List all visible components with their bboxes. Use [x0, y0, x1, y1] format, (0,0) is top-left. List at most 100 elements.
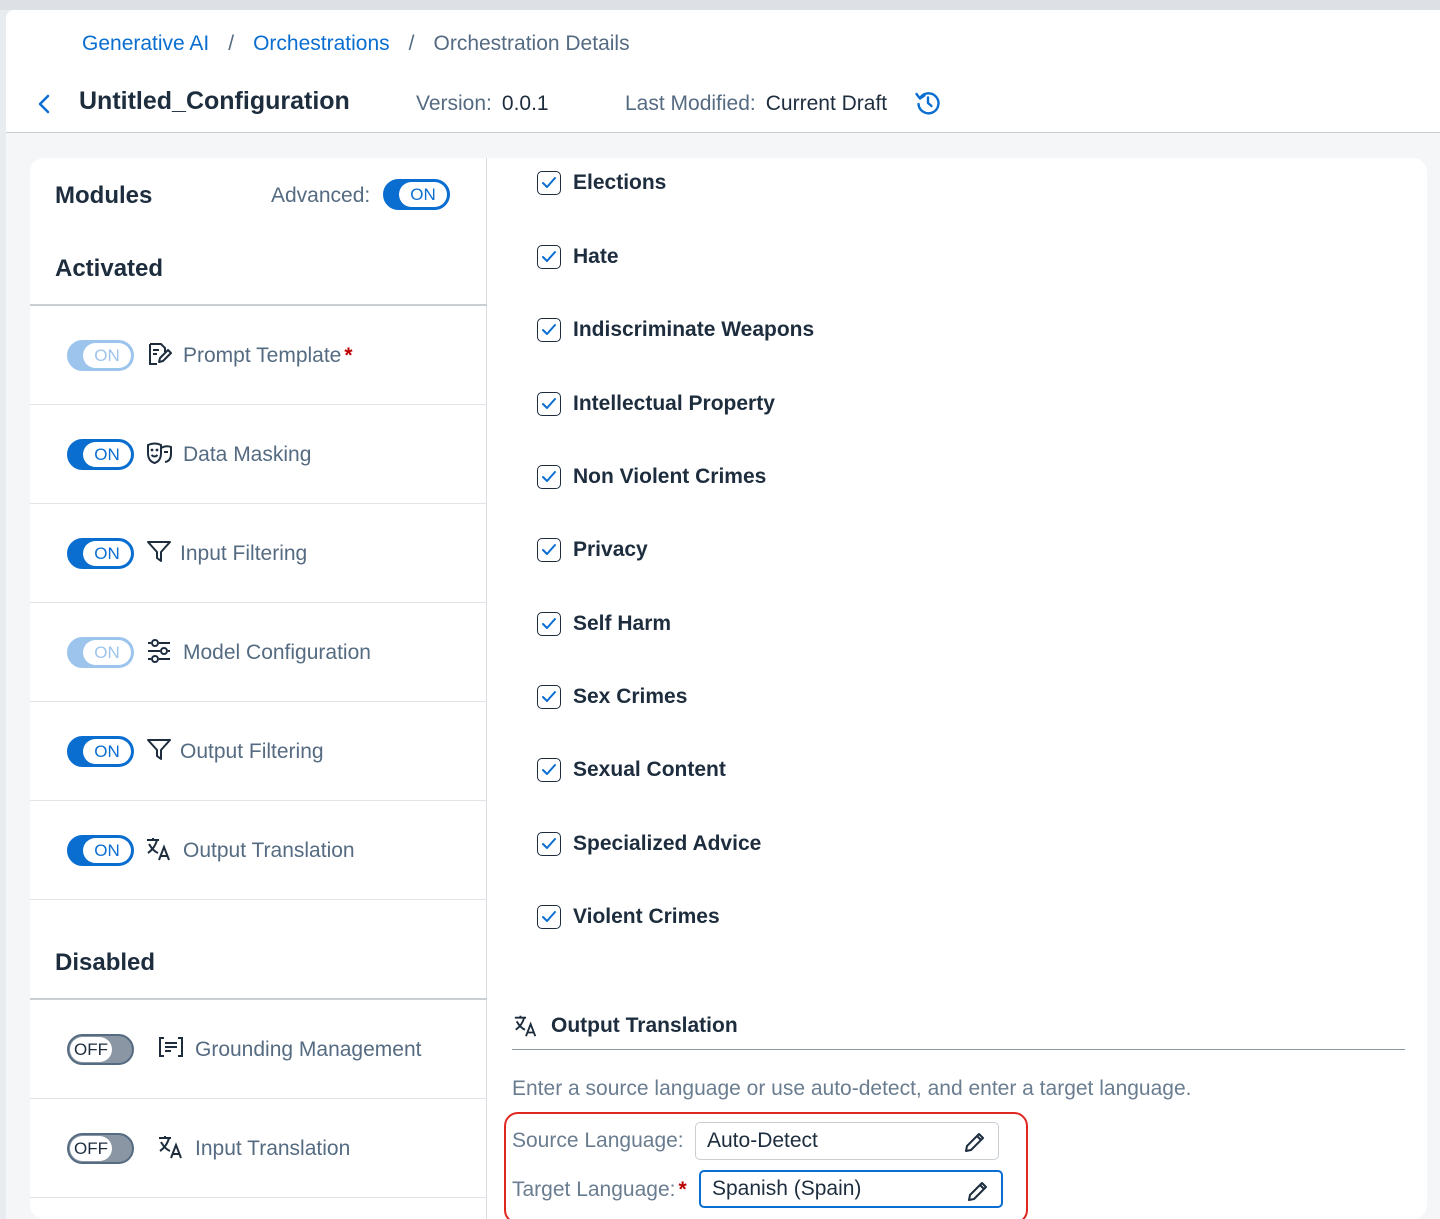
module-label: Model Configuration [183, 641, 371, 664]
filter-icon [145, 538, 173, 566]
filter-checkbox-elections[interactable]: Elections [537, 171, 666, 195]
advanced-label: Advanced: [271, 184, 371, 207]
filter-label: Indiscriminate Weapons [573, 318, 815, 341]
prompt-template-toggle: ON [67, 340, 134, 371]
activated-heading: Activated [55, 255, 164, 282]
module-row-model-configuration: ON Model Configuration [30, 603, 487, 702]
version-history-button[interactable] [914, 89, 942, 117]
filter-checkbox-sex-crimes[interactable]: Sex Crimes [537, 685, 687, 709]
translate-icon [514, 1015, 537, 1037]
toggle-state: ON [83, 640, 131, 665]
page-title: Untitled_Configuration [79, 87, 350, 115]
filter-label: Specialized Advice [573, 832, 762, 855]
version-info: Version: 0.0.1 [416, 92, 549, 116]
module-row-input-translation: OFF Input Translation [30, 1099, 487, 1198]
filter-label: Sex Crimes [573, 685, 688, 708]
checkbox[interactable] [537, 538, 561, 562]
last-modified-value: Current Draft [765, 92, 888, 115]
output-translation-section-header: Output Translation [513, 1013, 738, 1039]
translate-icon [157, 1133, 185, 1161]
target-language-label: Target Language: * [512, 1178, 687, 1202]
target-language-label-text: Target Language: [512, 1178, 676, 1201]
divider [512, 1049, 1405, 1050]
breadcrumb-current: Orchestration Details [433, 32, 630, 55]
checkbox[interactable] [537, 685, 561, 709]
sliders-icon [145, 637, 173, 665]
version-label: Version: [416, 92, 492, 115]
checkbox[interactable] [537, 245, 561, 269]
output-translation-heading: Output Translation [551, 1014, 738, 1037]
filter-checkbox-intellectual-property[interactable]: Intellectual Property [537, 392, 775, 416]
required-marker: * [344, 344, 353, 367]
checkbox[interactable] [537, 318, 561, 342]
advanced-toggle[interactable]: ON [383, 179, 450, 210]
configuration-card: Modules Advanced: ON Activated ON Prompt… [30, 158, 1427, 1219]
toggle-state: OFF [70, 1037, 112, 1062]
filter-checkbox-non-violent-crimes[interactable]: Non Violent Crimes [537, 465, 766, 489]
checkbox[interactable] [537, 465, 561, 489]
module-row-input-filtering: ON Input Filtering [30, 504, 487, 603]
grounding-management-toggle[interactable]: OFF [67, 1034, 134, 1065]
module-label: Output Filtering [180, 740, 324, 763]
module-label: Input Filtering [180, 542, 308, 565]
filter-checkbox-sexual-content[interactable]: Sexual Content [537, 758, 726, 782]
module-label: Prompt Template * [183, 344, 353, 368]
checkmark-icon [542, 324, 556, 335]
filter-label: Hate [573, 245, 619, 268]
page-header: Generative AI / Orchestrations / Orchest… [6, 10, 1440, 133]
pencil-icon[interactable] [962, 1129, 988, 1155]
pencil-icon[interactable] [965, 1178, 991, 1204]
checkbox[interactable] [537, 612, 561, 636]
checkbox[interactable] [537, 832, 561, 856]
breadcrumb-separator: / [228, 32, 235, 55]
last-modified-label: Last Modified: [625, 92, 756, 115]
prompt-edit-icon [145, 340, 173, 368]
module-row-prompt-template: ON Prompt Template * [30, 306, 487, 405]
checkbox[interactable] [537, 171, 561, 195]
checkmark-icon [542, 398, 556, 409]
masks-icon [145, 439, 173, 467]
version-value: 0.0.1 [501, 92, 549, 115]
input-filtering-toggle[interactable]: ON [67, 538, 134, 569]
checkbox[interactable] [537, 392, 561, 416]
breadcrumb-generative-ai[interactable]: Generative AI [82, 32, 209, 56]
toggle-state: ON [83, 541, 131, 566]
filter-checkbox-specialized-advice[interactable]: Specialized Advice [537, 832, 761, 856]
checkmark-icon [542, 251, 556, 262]
toggle-state: ON [83, 739, 131, 764]
app-shell: Generative AI / Orchestrations / Orchest… [6, 10, 1440, 1219]
toggle-state: ON [83, 442, 131, 467]
window-top-strip [0, 0, 1440, 10]
filter-checkbox-self-harm[interactable]: Self Harm [537, 612, 671, 636]
checkmark-icon [542, 691, 556, 702]
target-language-field[interactable]: Spanish (Spain) [699, 1170, 1003, 1208]
filter-checkbox-hate[interactable]: Hate [537, 245, 619, 269]
filter-checkbox-indiscriminate-weapons[interactable]: Indiscriminate Weapons [537, 318, 814, 342]
checkbox[interactable] [537, 905, 561, 929]
output-filtering-toggle[interactable]: ON [67, 736, 134, 767]
toggle-state: OFF [70, 1136, 112, 1161]
checkmark-icon [542, 544, 556, 555]
source-language-field[interactable]: Auto-Detect [695, 1122, 999, 1160]
module-label: Input Translation [195, 1137, 351, 1160]
checkmark-icon [542, 471, 556, 482]
module-row-output-filtering: ON Output Filtering [30, 702, 487, 801]
breadcrumb: Generative AI / Orchestrations / Orchest… [82, 32, 630, 56]
back-button[interactable] [34, 90, 54, 118]
chevron-left-icon [38, 94, 50, 114]
data-masking-toggle[interactable]: ON [67, 439, 134, 470]
filter-label: Sexual Content [573, 758, 726, 781]
checkbox[interactable] [537, 758, 561, 782]
input-translation-toggle[interactable]: OFF [67, 1133, 134, 1164]
checkmark-icon [542, 177, 556, 188]
breadcrumb-orchestrations[interactable]: Orchestrations [253, 32, 390, 56]
source-language-label: Source Language: [512, 1129, 684, 1152]
filter-checkbox-violent-crimes[interactable]: Violent Crimes [537, 905, 720, 929]
target-language-value: Spanish (Spain) [712, 1177, 862, 1200]
filter-label: Self Harm [573, 612, 672, 635]
checkmark-icon [542, 618, 556, 629]
filter-checkbox-privacy[interactable]: Privacy [537, 538, 648, 562]
checkmark-icon [542, 838, 556, 849]
disabled-heading: Disabled [55, 949, 156, 976]
output-translation-toggle[interactable]: ON [67, 835, 134, 866]
